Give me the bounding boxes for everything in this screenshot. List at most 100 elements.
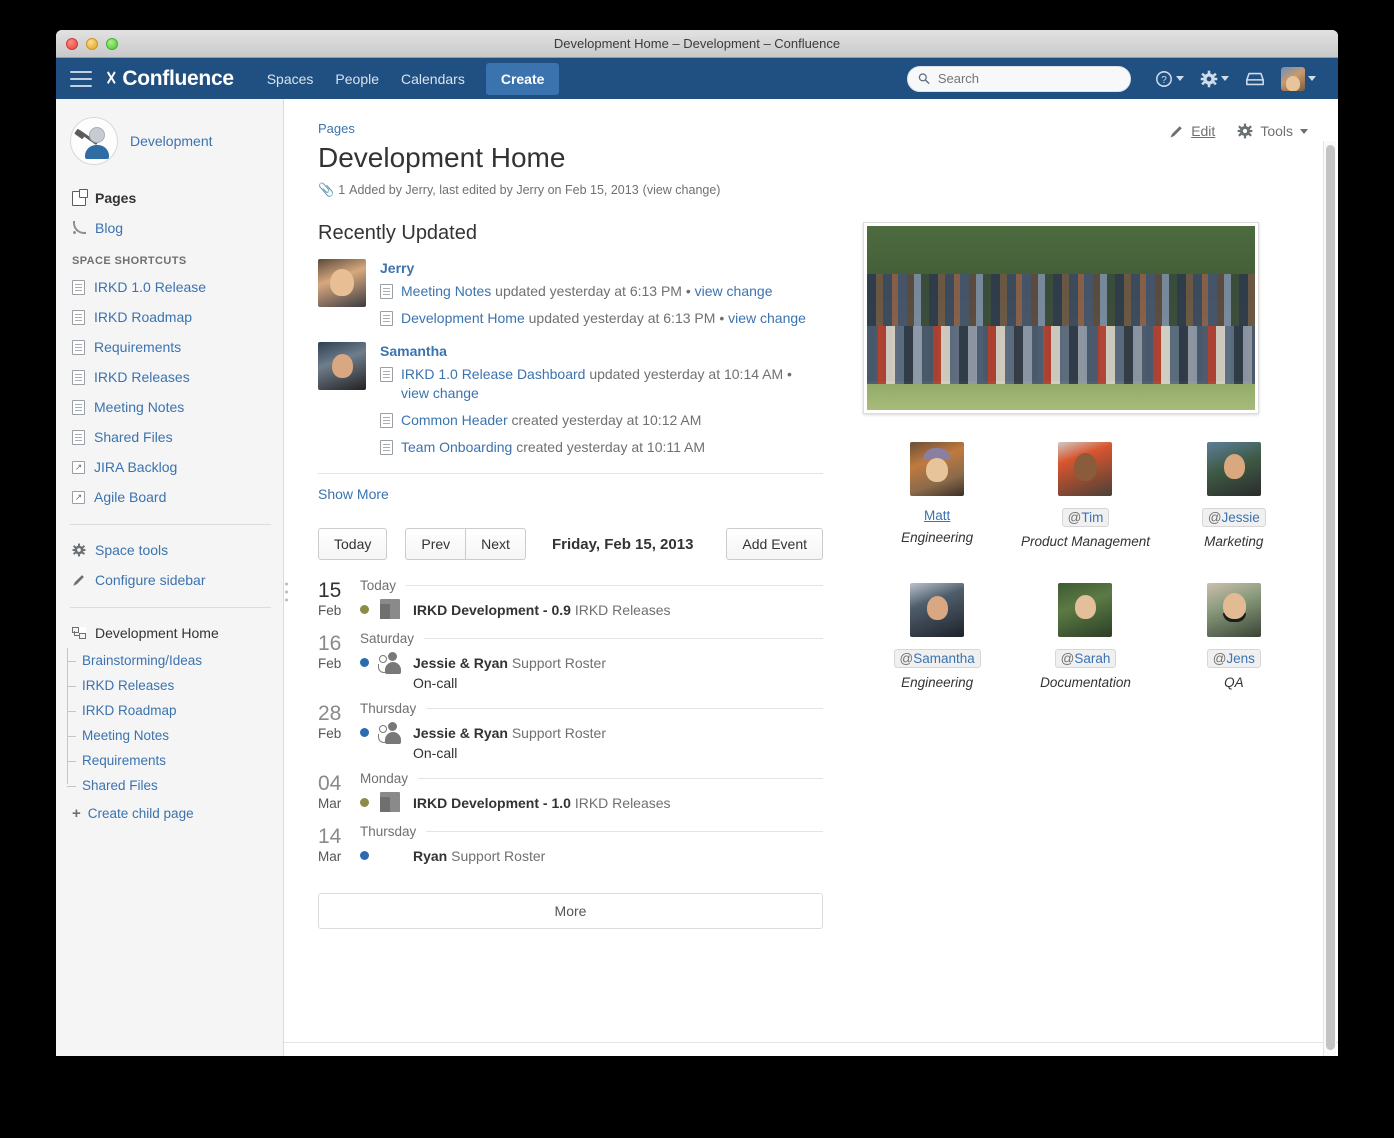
sidebar-item-configure-sidebar[interactable]: Configure sidebar	[56, 565, 283, 595]
sidebar-item-requirements[interactable]: Requirements	[56, 332, 283, 362]
vertical-scrollbar-thumb[interactable]	[1326, 145, 1335, 1050]
space-header[interactable]: Development	[56, 117, 283, 165]
calendar-event[interactable]: Jessie & Ryan Support Roster On-call	[360, 652, 823, 697]
document-icon	[380, 413, 393, 428]
calendar-event-list: 15 Feb Today	[318, 578, 823, 873]
at-icon: @	[1061, 651, 1075, 666]
space-name-link[interactable]: Development	[130, 133, 213, 149]
recently-updated-user[interactable]: Samantha	[380, 343, 823, 359]
event-subtitle: On-call	[413, 743, 606, 763]
team-member: @Tim Product Management	[1011, 442, 1159, 549]
member-name: Tim	[1081, 510, 1103, 525]
sidebar-item-label: Requirements	[94, 338, 181, 356]
nav-spaces[interactable]: Spaces	[256, 64, 325, 94]
sidebar-item-shared-files[interactable]: Shared Files	[56, 422, 283, 452]
sidebar-item-meeting-notes[interactable]: Meeting Notes	[56, 392, 283, 422]
sidebar-item-irkd-releases[interactable]: IRKD Releases	[56, 362, 283, 392]
member-mention-link[interactable]: @Sarah	[1055, 649, 1117, 668]
page-link[interactable]: Development Home	[401, 310, 525, 326]
sidebar-child-requirements[interactable]: Requirements	[82, 748, 283, 773]
member-mention-link[interactable]: @Jens	[1207, 649, 1261, 668]
event-calendar-name: IRKD Releases	[575, 602, 671, 618]
external-link-icon: ↗	[72, 461, 85, 474]
sidebar-child-irkd-roadmap[interactable]: IRKD Roadmap	[82, 698, 283, 723]
add-event-button[interactable]: Add Event	[726, 528, 823, 560]
sidebar-item-agile-board[interactable]: ↗ Agile Board	[56, 482, 283, 512]
hamburger-icon[interactable]	[70, 71, 92, 87]
event-color-dot	[360, 851, 369, 860]
edit-button[interactable]: Edit	[1169, 123, 1215, 139]
vertical-scrollbar[interactable]	[1323, 141, 1336, 1056]
document-icon	[72, 400, 85, 415]
event-color-dot	[360, 728, 369, 737]
member-name: Jens	[1226, 651, 1255, 666]
breadcrumb[interactable]: Pages	[318, 121, 1308, 136]
divider	[424, 638, 823, 639]
search-input[interactable]	[936, 70, 1120, 87]
page-link[interactable]: Team Onboarding	[401, 439, 512, 455]
help-menu-button[interactable]: ?	[1149, 66, 1190, 92]
page-link[interactable]: IRKD 1.0 Release Dashboard	[401, 366, 585, 382]
chevron-down-icon	[1308, 76, 1316, 81]
confluence-logo[interactable]: ☓ Confluence	[106, 67, 234, 91]
calendar-day-of-week: Today	[360, 578, 396, 593]
create-child-page-button[interactable]: + Create child page	[56, 798, 283, 827]
thumbs-up-icon: 👍	[318, 1055, 335, 1056]
member-mention-link[interactable]: @Jessie	[1202, 508, 1266, 527]
calendar-next-button[interactable]: Next	[466, 528, 526, 560]
recently-updated-user[interactable]: Jerry	[380, 260, 823, 276]
document-icon	[72, 370, 85, 385]
sidebar-child-irkd-releases[interactable]: IRKD Releases	[82, 673, 283, 698]
view-change-link[interactable]: view change	[695, 283, 773, 299]
sidebar-item-irkd-1-0-release[interactable]: IRKD 1.0 Release	[56, 272, 283, 302]
show-more-link[interactable]: Show More	[318, 486, 823, 502]
tools-menu-button[interactable]: Tools	[1237, 123, 1308, 139]
avatar	[910, 442, 964, 496]
close-window-button[interactable]	[66, 38, 78, 50]
sidebar-child-shared-files[interactable]: Shared Files	[82, 773, 283, 798]
notifications-button[interactable]	[1239, 66, 1271, 92]
pencil-icon	[72, 573, 86, 587]
calendar-today-button[interactable]: Today	[318, 528, 387, 560]
sidebar-item-irkd-roadmap[interactable]: IRKD Roadmap	[56, 302, 283, 332]
sidebar-resize-handle[interactable]	[285, 582, 288, 601]
at-icon: @	[1208, 510, 1222, 525]
nav-calendars[interactable]: Calendars	[390, 64, 476, 94]
sidebar-child-meeting-notes[interactable]: Meeting Notes	[82, 723, 283, 748]
calendar-day-number: 04	[318, 773, 352, 795]
sidebar-child-brainstorming-ideas[interactable]: Brainstorming/Ideas	[82, 648, 283, 673]
member-name-link[interactable]: Matt	[924, 508, 950, 523]
profile-menu-button[interactable]	[1275, 63, 1322, 95]
nav-people[interactable]: People	[324, 64, 390, 94]
sidebar-item-jira-backlog[interactable]: ↗ JIRA Backlog	[56, 452, 283, 482]
top-nav-right-cluster: ?	[907, 58, 1322, 99]
maximize-window-button[interactable]	[106, 38, 118, 50]
calendar-nav-group: Prev Next	[405, 528, 526, 560]
calendar-prev-button[interactable]: Prev	[405, 528, 466, 560]
view-change-link[interactable]: view change	[401, 385, 479, 401]
sidebar-item-label: Development Home	[95, 624, 219, 642]
document-icon	[380, 367, 393, 382]
member-mention-link[interactable]: @Samantha	[894, 649, 981, 668]
view-change-link[interactable]: (view change)	[643, 183, 721, 197]
sidebar-item-space-tools[interactable]: Space tools	[56, 535, 283, 565]
minimize-window-button[interactable]	[86, 38, 98, 50]
settings-menu-button[interactable]	[1194, 66, 1235, 92]
calendar-more-button[interactable]: More	[318, 893, 823, 929]
sidebar-item-pages[interactable]: Pages	[56, 183, 283, 213]
like-button[interactable]: 👍 Like	[318, 1055, 366, 1056]
sidebar-item-blog[interactable]: Blog	[56, 213, 283, 243]
member-mention-link[interactable]: @Tim	[1062, 508, 1110, 527]
create-button[interactable]: Create	[486, 63, 560, 95]
calendar-day-month: Feb	[318, 725, 352, 742]
sidebar-tree-root-development-home[interactable]: Development Home	[56, 618, 283, 648]
page-link[interactable]: Meeting Notes	[401, 283, 491, 299]
calendar-event[interactable]: Jessie & Ryan Support Roster On-call	[360, 722, 823, 767]
search-box[interactable]	[907, 66, 1131, 92]
view-change-link[interactable]: view change	[728, 310, 806, 326]
page-link[interactable]: Common Header	[401, 412, 508, 428]
calendar-event[interactable]: Ryan Support Roster	[360, 845, 823, 873]
calendar-event[interactable]: IRKD Development - 0.9 IRKD Releases	[360, 599, 823, 627]
calendar-current-date: Friday, Feb 15, 2013	[552, 536, 693, 553]
calendar-event[interactable]: IRKD Development - 1.0 IRKD Releases	[360, 792, 823, 820]
